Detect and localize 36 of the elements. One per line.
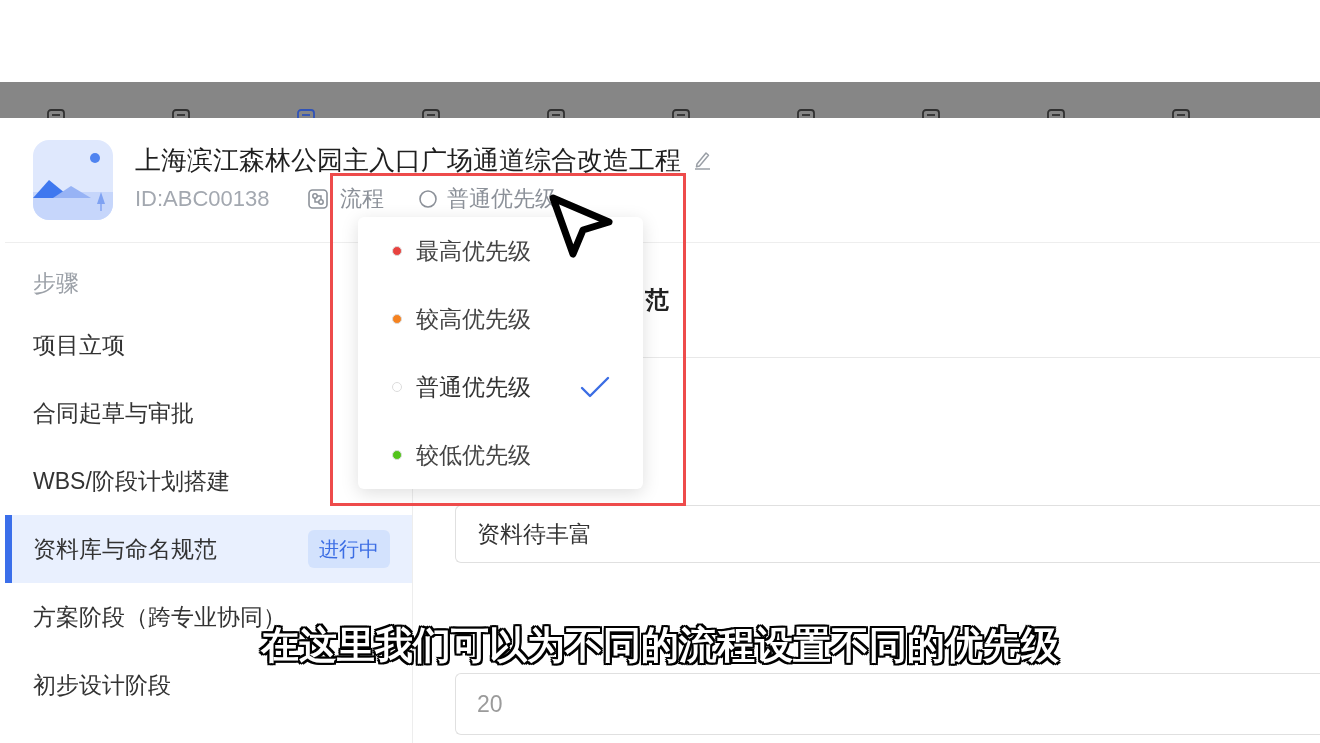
tab-icon[interactable] [922,109,940,118]
section-heading: 范 [645,285,669,315]
tab-icon[interactable] [47,109,65,118]
tab-icon[interactable] [172,109,190,118]
menu-item[interactable]: 最高优先级 [358,217,643,285]
dot-icon [392,314,402,324]
project-id: ID:ABC00138 [135,186,270,212]
dot-icon [392,382,402,392]
menu-item[interactable]: 普通优先级 [358,353,643,421]
landscape-icon [33,140,113,220]
tab-icon[interactable] [422,109,440,118]
step-item[interactable]: 项目立项 [33,331,125,359]
tab-icon[interactable] [1172,109,1190,118]
dot-icon [392,450,402,460]
section-label: 步骤 [33,270,79,296]
check-icon [580,375,610,399]
text-field[interactable]: 资料待丰富 [455,505,1320,563]
circle-icon [418,190,437,208]
flow-icon [307,189,328,209]
menu-item[interactable]: 较低优先级 [358,421,643,489]
dot-icon [392,246,402,256]
step-item[interactable]: 初步设计阶段 [33,671,171,699]
tab-icon[interactable] [1047,109,1065,118]
text-field[interactable]: 20 [455,673,1320,735]
step-item[interactable]: 资料库与命名规范 进行中 [5,515,412,583]
step-item[interactable]: 合同起草与审批 [33,399,194,427]
menu-item[interactable]: 较高优先级 [358,285,643,353]
project-title: 上海滨江森林公园主入口广场通道综合改造工程 [135,143,681,177]
step-item[interactable]: WBS/阶段计划搭建 [33,467,230,495]
tab-icon[interactable] [547,109,565,118]
tab-icon[interactable] [297,109,315,118]
tab-icon[interactable] [672,109,690,118]
pencil-icon[interactable] [693,150,711,170]
tab-icon[interactable] [797,109,815,118]
status-badge: 进行中 [308,530,390,568]
project-type: 流程 [339,185,384,213]
